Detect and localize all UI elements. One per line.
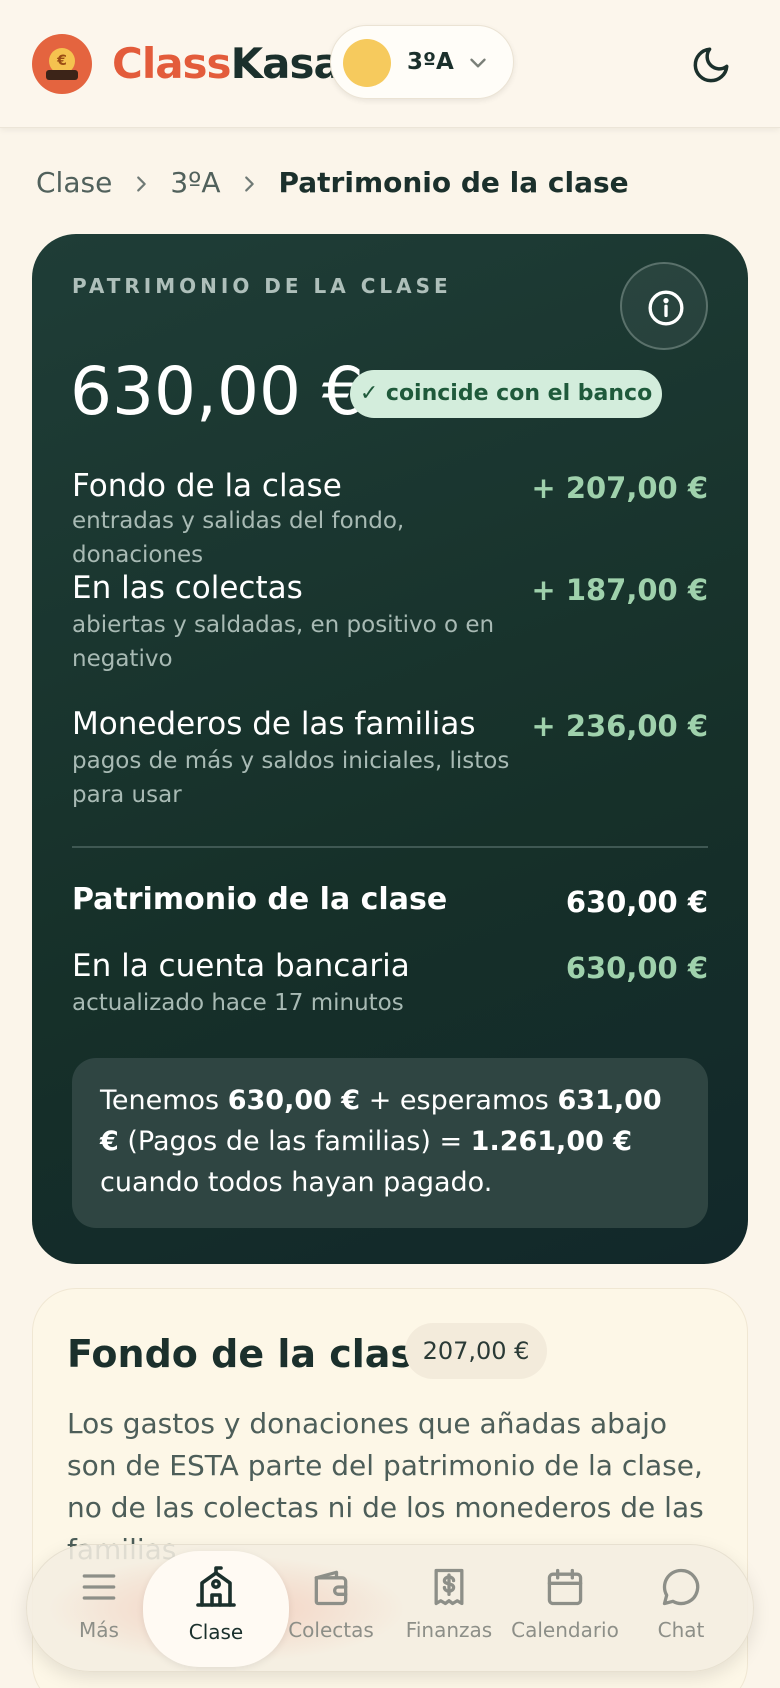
menu-icon: [82, 1574, 116, 1600]
bank-row-value: 630,00 €: [565, 951, 708, 985]
bank-match-badge: ✓ coincide con el banco: [350, 370, 662, 418]
class-avatar: [343, 39, 391, 87]
total-row-value: 630,00 €: [565, 885, 708, 919]
wealth-card-kicker: PATRIMONIO DE LA CLASE: [72, 274, 452, 298]
projection-summary: Tenemos 630,00 € + esperamos 631,00 € (P…: [72, 1058, 708, 1228]
breadcrumb: Clase 3ºA Patrimonio de la clase: [36, 160, 629, 204]
row-value-fondo: + 207,00 €: [531, 471, 708, 505]
breadcrumb-item-clase[interactable]: Clase: [36, 166, 112, 199]
moon-icon[interactable]: [690, 44, 732, 86]
summary-text: + esperamos: [360, 1085, 558, 1116]
breadcrumb-item-class[interactable]: 3ºA: [170, 166, 220, 199]
row-subtitle-fondo: entradas y salidas del fondo, donaciones: [72, 508, 405, 568]
summary-current-amount: 630,00 €: [227, 1085, 361, 1116]
calendar-icon: [547, 1568, 583, 1606]
chat-bubble-icon: [662, 1568, 700, 1606]
row-title-colectas: En las colectas: [72, 570, 303, 606]
nav-label: Más: [79, 1618, 119, 1642]
wallet-icon: [314, 1570, 348, 1606]
row-title-fondo: Fondo de la clase: [72, 468, 342, 504]
chevron-down-icon: [470, 58, 486, 68]
nav-item-colectas[interactable]: Colectas: [273, 1553, 389, 1665]
brand-part1: Class: [112, 39, 232, 88]
row-value-monederos: + 236,00 €: [531, 709, 708, 743]
summary-text: cuando todos hayan pagado.: [100, 1167, 493, 1198]
logo-icon: €: [32, 34, 92, 94]
summary-projected-total: 1.261,00 €: [470, 1126, 633, 1157]
nav-label: Colectas: [288, 1618, 374, 1642]
info-icon: [648, 290, 684, 326]
brand-part2: Kasa: [230, 39, 342, 88]
nav-label: Finanzas: [405, 1618, 493, 1642]
row-title-monederos: Monederos de las familias: [72, 706, 476, 742]
bottom-nav: Más Clase Colectas Finanzas Calendario C…: [26, 1544, 754, 1672]
row-subtitle-monederos: pagos de más y saldos iniciales, listos …: [72, 748, 510, 808]
bank-row-title: En la cuenta bancaria: [72, 948, 410, 984]
chevron-right-icon: [220, 166, 278, 199]
class-selector[interactable]: 3ºA: [330, 25, 514, 99]
summary-text: (Pagos de las familias) =: [118, 1126, 471, 1157]
info-button[interactable]: [620, 262, 708, 350]
chevron-right-icon: [112, 166, 170, 199]
summary-text: Tenemos: [100, 1085, 228, 1116]
nav-label: Chat: [657, 1618, 705, 1642]
breadcrumb-current: Patrimonio de la clase: [278, 165, 629, 199]
nav-item-chat[interactable]: Chat: [623, 1553, 739, 1665]
fund-amount-chip: 207,00 €: [405, 1323, 547, 1379]
row-value-colectas: + 187,00 €: [531, 573, 708, 607]
fund-card-title: Fondo de la clase: [67, 1332, 439, 1376]
bank-row-subtitle: actualizado hace 17 minutos: [72, 990, 404, 1016]
class-selector-label: 3ºA: [407, 49, 454, 75]
nav-item-calendario[interactable]: Calendario: [507, 1553, 623, 1665]
nav-item-clase[interactable]: Clase: [143, 1551, 289, 1667]
wealth-card: PATRIMONIO DE LA CLASE 630,00 € ✓ coinci…: [32, 234, 748, 1264]
nav-item-mas[interactable]: Más: [41, 1553, 157, 1665]
app-header: € ClassKasa 3ºA: [0, 0, 780, 128]
nav-label: Clase: [188, 1620, 244, 1644]
brand-logo: ClassKasa: [112, 36, 342, 92]
school-icon: [196, 1566, 236, 1607]
total-row-title: Patrimonio de la clase: [72, 882, 448, 917]
row-subtitle-colectas: abiertas y saldadas, en positivo o en ne…: [72, 612, 495, 672]
nav-label: Calendario: [511, 1618, 619, 1642]
receipt-icon: [434, 1568, 464, 1606]
nav-item-finanzas[interactable]: Finanzas: [391, 1553, 507, 1665]
divider: [72, 846, 708, 848]
wealth-total: 630,00 €: [70, 353, 364, 430]
